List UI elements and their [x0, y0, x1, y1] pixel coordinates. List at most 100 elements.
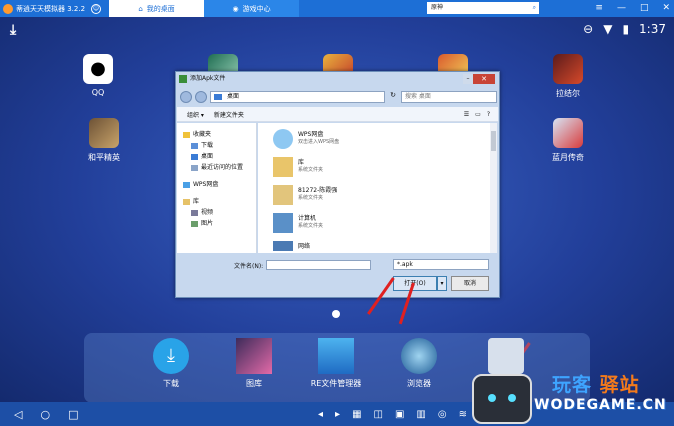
- dock-re-file-manager[interactable]: RE文件管理器: [306, 338, 366, 389]
- cloud-icon: [273, 129, 293, 149]
- nav-favorites[interactable]: 收藏夹: [177, 129, 256, 140]
- refresh-icon[interactable]: ↻: [388, 91, 398, 103]
- dock-gallery[interactable]: 图库: [224, 338, 284, 389]
- tab-my-desktop[interactable]: ⌂ 我的桌面: [109, 0, 205, 17]
- picture-icon: [191, 220, 198, 227]
- address-bar[interactable]: 桌面: [210, 91, 385, 103]
- organize-button[interactable]: 组织 ▾: [187, 110, 204, 119]
- wifi-icon: ▼: [603, 22, 613, 36]
- home-icon[interactable]: ○: [40, 408, 50, 421]
- file-item-computer[interactable]: 计算机 系统文件夹: [273, 213, 323, 233]
- dock-browser[interactable]: 浏览器: [389, 338, 449, 389]
- home-icon: ⌂: [138, 4, 143, 13]
- file-item-user[interactable]: 81272-陈霞强 系统文件夹: [273, 185, 337, 205]
- minus-circle-icon: ⊖: [583, 22, 594, 36]
- app-lanyue[interactable]: 蓝月传奇: [545, 118, 591, 163]
- search-input[interactable]: 原神 ⌕: [427, 2, 539, 14]
- filename-row: 文件名(N):: [234, 260, 372, 270]
- volume-up-icon[interactable]: ▸: [335, 409, 340, 420]
- gamepad-icon: ◉: [232, 4, 239, 13]
- nav-downloads[interactable]: 下载: [177, 140, 256, 151]
- file-item-wps[interactable]: WPS网盘 双击进入WPS网盘: [273, 129, 339, 149]
- app-logo: [3, 3, 13, 14]
- watermark-title: 玩客 驿站: [552, 374, 640, 396]
- filetype-select[interactable]: *.apk: [393, 259, 489, 270]
- cancel-button[interactable]: 取消: [451, 276, 489, 291]
- download-folder-icon: [191, 142, 198, 149]
- view-icon[interactable]: ☰: [464, 111, 469, 118]
- navigation-pane: 收藏夹 下载 桌面 最近访问的位置 WPS网盘 库 视频 图片: [177, 123, 257, 253]
- close-icon[interactable]: ✕: [473, 74, 495, 84]
- nav-library[interactable]: 库: [177, 196, 256, 207]
- address-bar-row: 桌面 ↻ 搜索 桌面: [180, 90, 497, 104]
- maximize-icon[interactable]: □: [640, 0, 649, 17]
- app-lajieer[interactable]: 拉结尔: [545, 54, 591, 99]
- location-icon[interactable]: ◎: [438, 409, 447, 420]
- file-manager-icon: [318, 338, 354, 374]
- user-icon[interactable]: ☺: [91, 3, 102, 14]
- file-item-network[interactable]: 网络: [273, 241, 310, 251]
- keyboard-icon[interactable]: ▦: [352, 409, 361, 420]
- folder-search-input[interactable]: 搜索 桌面: [401, 91, 497, 103]
- dialog-title-bar: 添加Apk文件 – ✕: [176, 72, 499, 86]
- lanyue-icon: [553, 118, 583, 148]
- back-icon[interactable]: [180, 91, 192, 103]
- forward-icon[interactable]: [195, 91, 207, 103]
- volume-down-icon[interactable]: ◂: [318, 409, 323, 420]
- lajieer-icon: [553, 54, 583, 84]
- add-apk-dialog: 添加Apk文件 – ✕ 桌面 ↻ 搜索 桌面 组织 ▾ 新建文件夹 ☰ ▭ ? …: [175, 71, 500, 298]
- app-heping[interactable]: 和平精英: [81, 118, 127, 163]
- cloud-icon: [183, 181, 190, 188]
- apk-install-icon[interactable]: ▣: [395, 409, 404, 420]
- nav-wps[interactable]: WPS网盘: [177, 179, 256, 190]
- library-icon: [183, 198, 190, 205]
- nav-recent[interactable]: 最近访问的位置: [177, 162, 256, 173]
- tab-game-center[interactable]: ◉ 游戏中心: [204, 0, 300, 17]
- window-controls: ≡ — □ ✕: [595, 0, 670, 17]
- nav-desktop[interactable]: 桌面: [177, 151, 256, 162]
- delete-icon[interactable]: ▥: [416, 409, 425, 420]
- qq-icon: ●: [83, 54, 113, 84]
- nav-videos[interactable]: 视频: [177, 207, 256, 218]
- dialog-title: 添加Apk文件: [190, 75, 226, 82]
- dialog-toolbar: 组织 ▾ 新建文件夹 ☰ ▭ ?: [177, 107, 498, 122]
- watermark-url: WODEGAME.CN: [534, 397, 667, 413]
- star-icon: [183, 131, 190, 138]
- file-list-scrollbar[interactable]: [490, 123, 497, 253]
- computer-icon: [273, 213, 293, 233]
- open-dropdown-icon[interactable]: ▾: [437, 276, 447, 291]
- search-icon[interactable]: ⌕: [533, 2, 536, 14]
- minimize-icon[interactable]: —: [617, 0, 626, 17]
- title-bar: 蒂逍天天模拟器 3.2.2 ☺ ⌂ 我的桌面 ◉ 游戏中心 原神 ⌕ ≡ — □ ✕: [0, 0, 674, 17]
- open-button[interactable]: 打开(O): [393, 276, 437, 291]
- globe-icon: [401, 338, 437, 374]
- apk-icon: [179, 75, 187, 83]
- peace-elite-icon: [89, 118, 119, 148]
- minimize-icon[interactable]: –: [463, 74, 473, 84]
- close-icon[interactable]: ✕: [662, 0, 670, 17]
- network-icon: [273, 241, 293, 251]
- nav-pictures[interactable]: 图片: [177, 218, 256, 229]
- user-folder-icon: [273, 185, 293, 205]
- recent-apps-icon[interactable]: □: [68, 408, 78, 421]
- video-icon: [191, 209, 198, 216]
- preview-pane-icon[interactable]: ▭: [475, 111, 481, 118]
- screenshot-icon[interactable]: ◫: [374, 409, 383, 420]
- menu-icon[interactable]: ≡: [595, 0, 603, 17]
- clock: 1:37: [639, 22, 666, 36]
- filename-label: 文件名(N):: [234, 262, 264, 270]
- library-icon: [273, 157, 293, 177]
- gallery-icon: [236, 338, 272, 374]
- file-item-library[interactable]: 库系统文件夹: [273, 157, 323, 177]
- desktop-folder-icon: [191, 153, 198, 160]
- battery-icon: ▮: [622, 22, 630, 36]
- shake-icon[interactable]: ≋: [459, 409, 467, 420]
- download-icon[interactable]: ⤓: [10, 22, 16, 38]
- app-qq[interactable]: ● QQ: [75, 54, 121, 97]
- filename-input[interactable]: [266, 260, 372, 270]
- help-icon[interactable]: ?: [487, 111, 490, 118]
- recent-icon: [191, 164, 198, 171]
- back-icon[interactable]: ◁: [14, 408, 22, 421]
- dock-download[interactable]: ⤓ 下载: [141, 338, 201, 389]
- new-folder-button[interactable]: 新建文件夹: [214, 110, 244, 119]
